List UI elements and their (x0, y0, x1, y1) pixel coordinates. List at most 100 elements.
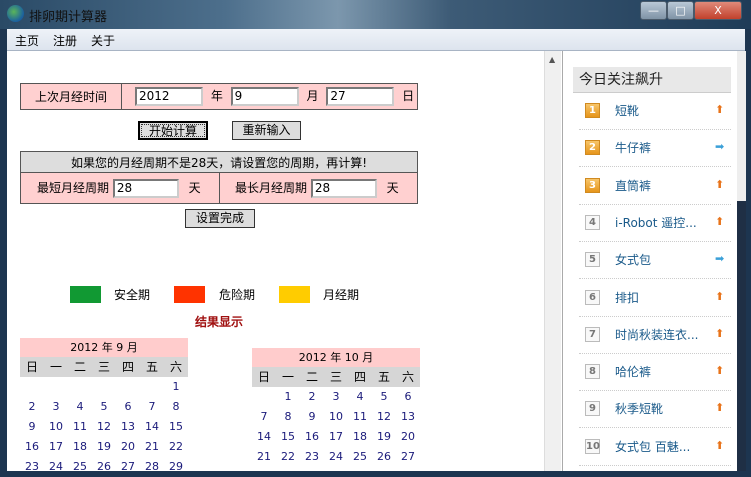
trending-panel: 今日关注飙升 1 短靴 ⬆ 2 牛仔裤 ➡ 3 直筒裤 ⬆ 4 i-Robot 遥控... ⬆ 5 女式包… (562, 51, 746, 471)
day-unit: 日 (402, 89, 415, 103)
trending-item-name[interactable]: 时尚秋装连衣... (615, 326, 698, 343)
menu-about[interactable]: 关于 (91, 32, 115, 49)
calendar-day[interactable]: 9 (300, 407, 324, 427)
trending-item-name[interactable]: 短靴 (615, 102, 639, 119)
trending-item[interactable]: 5 女式包 ➡ (579, 242, 731, 280)
close-button[interactable]: X (694, 1, 742, 20)
min-cycle-input[interactable]: 28 (112, 178, 179, 198)
calendar-day[interactable]: 23 (20, 457, 44, 477)
calendar-day[interactable]: 7 (140, 397, 164, 417)
day-input[interactable]: 27 (326, 87, 395, 106)
reset-button[interactable]: 重新输入 (232, 121, 301, 140)
calendar-day[interactable]: 9 (20, 417, 44, 437)
menu-bar: 主页 注册 关于 (7, 29, 745, 51)
calendar-day[interactable]: 26 (372, 447, 396, 467)
calendar-day[interactable]: 12 (92, 417, 116, 437)
calendar-day[interactable]: 27 (116, 457, 140, 477)
calendar-day[interactable]: 21 (252, 447, 276, 467)
year-input[interactable]: 2012 (135, 87, 203, 106)
calendar-day[interactable]: 8 (164, 397, 188, 417)
trending-item[interactable]: 3 直筒裤 ⬆ (579, 168, 731, 205)
calendar-day[interactable]: 14 (252, 427, 276, 447)
trending-item-name[interactable]: i-Robot 遥控... (615, 214, 697, 231)
panel-scroll-thumb[interactable] (737, 201, 746, 471)
calendar-day[interactable]: 20 (396, 427, 420, 447)
trending-item[interactable]: 1 短靴 ⬆ (579, 93, 731, 130)
trending-item-name[interactable]: 哈伦裤 (615, 363, 651, 380)
calendar-day[interactable]: 17 (324, 427, 348, 447)
calendar-day[interactable]: 6 (116, 397, 140, 417)
month-input[interactable]: 9 (230, 87, 299, 106)
trending-item-name[interactable]: 排扣 (615, 289, 639, 306)
trending-item-name[interactable]: 直筒裤 (615, 177, 651, 194)
calendar-day[interactable]: 18 (348, 427, 372, 447)
calendar-day[interactable]: 6 (396, 387, 420, 407)
trend-up-arrow-icon: ⬆ (715, 401, 725, 415)
cycle-notice: 如果您的月经周期不是28天，请设置您的周期，再计算! (20, 151, 418, 173)
trending-item-name[interactable]: 女式包 (615, 251, 651, 268)
calendar-day[interactable]: 24 (324, 447, 348, 467)
calendar-day[interactable]: 4 (348, 387, 372, 407)
calendar-day[interactable]: 28 (140, 457, 164, 477)
calendar-day[interactable]: 16 (20, 437, 44, 457)
calendar-day[interactable]: 19 (92, 437, 116, 457)
calendar-day[interactable]: 25 (68, 457, 92, 477)
calendar-day[interactable]: 22 (164, 437, 188, 457)
calendar-day[interactable]: 5 (372, 387, 396, 407)
calendar-day[interactable]: 21 (140, 437, 164, 457)
calendar-day[interactable]: 4 (68, 397, 92, 417)
trending-item[interactable]: 8 哈伦裤 ⬆ (579, 354, 731, 392)
trending-item-name[interactable]: 女式包 百魅... (615, 438, 690, 455)
calendar-day[interactable]: 3 (44, 397, 68, 417)
calendar-day[interactable]: 27 (396, 447, 420, 467)
calendar-day[interactable]: 13 (116, 417, 140, 437)
calendar-day[interactable]: 10 (44, 417, 68, 437)
calendar-day[interactable]: 15 (164, 417, 188, 437)
calendar-day[interactable]: 3 (324, 387, 348, 407)
calendar-day[interactable]: 25 (348, 447, 372, 467)
calendar-day[interactable]: 19 (372, 427, 396, 447)
calendar-day[interactable]: 1 (276, 387, 300, 407)
calendar-day[interactable]: 11 (348, 407, 372, 427)
calendar-day[interactable]: 16 (300, 427, 324, 447)
calendar-day[interactable]: 14 (140, 417, 164, 437)
trending-item[interactable]: 7 时尚秋装连衣... ⬆ (579, 317, 731, 354)
calendar-day[interactable]: 26 (92, 457, 116, 477)
calendar-day[interactable]: 5 (92, 397, 116, 417)
trending-item[interactable]: 10 女式包 百魅... ⬆ (579, 429, 731, 466)
calendar-day[interactable]: 17 (44, 437, 68, 457)
panel-scrollbar[interactable] (737, 51, 746, 471)
calendar-day[interactable]: 7 (252, 407, 276, 427)
calendar-day[interactable]: 12 (372, 407, 396, 427)
vertical-scrollbar[interactable]: ▲ (544, 51, 561, 471)
calendar-day[interactable]: 15 (276, 427, 300, 447)
calendar-day[interactable]: 13 (396, 407, 420, 427)
menu-home[interactable]: 主页 (15, 32, 39, 49)
minimize-button[interactable]: — (640, 1, 667, 20)
result-title: 结果显示 (195, 315, 244, 329)
calendar-day[interactable]: 2 (300, 387, 324, 407)
trending-item[interactable]: 4 i-Robot 遥控... ⬆ (579, 205, 731, 242)
trending-item[interactable]: 6 排扣 ⬆ (579, 280, 731, 317)
calendar-day[interactable]: 1 (164, 377, 188, 397)
calendar-day[interactable]: 24 (44, 457, 68, 477)
calendar-day[interactable]: 11 (68, 417, 92, 437)
trending-item-name[interactable]: 牛仔裤 (615, 139, 651, 156)
calendar-day[interactable]: 29 (164, 457, 188, 477)
max-cycle-input[interactable]: 28 (310, 178, 377, 198)
calendar-day[interactable]: 10 (324, 407, 348, 427)
calendar-day[interactable]: 23 (300, 447, 324, 467)
calendar-day[interactable]: 8 (276, 407, 300, 427)
maximize-button[interactable]: □ (667, 1, 694, 20)
calendar-day[interactable]: 20 (116, 437, 140, 457)
settings-done-button[interactable]: 设置完成 (185, 209, 255, 228)
scroll-up-arrow-icon[interactable]: ▲ (549, 55, 555, 64)
menu-register[interactable]: 注册 (53, 32, 77, 49)
start-calculate-button[interactable]: 开始计算 (138, 121, 208, 140)
trending-item-name[interactable]: 秋季短靴 (615, 400, 663, 417)
trending-item[interactable]: 9 秋季短靴 ⬆ (579, 391, 731, 429)
calendar-day[interactable]: 2 (20, 397, 44, 417)
trending-item[interactable]: 2 牛仔裤 ➡ (579, 130, 731, 168)
calendar-day[interactable]: 18 (68, 437, 92, 457)
calendar-day[interactable]: 22 (276, 447, 300, 467)
